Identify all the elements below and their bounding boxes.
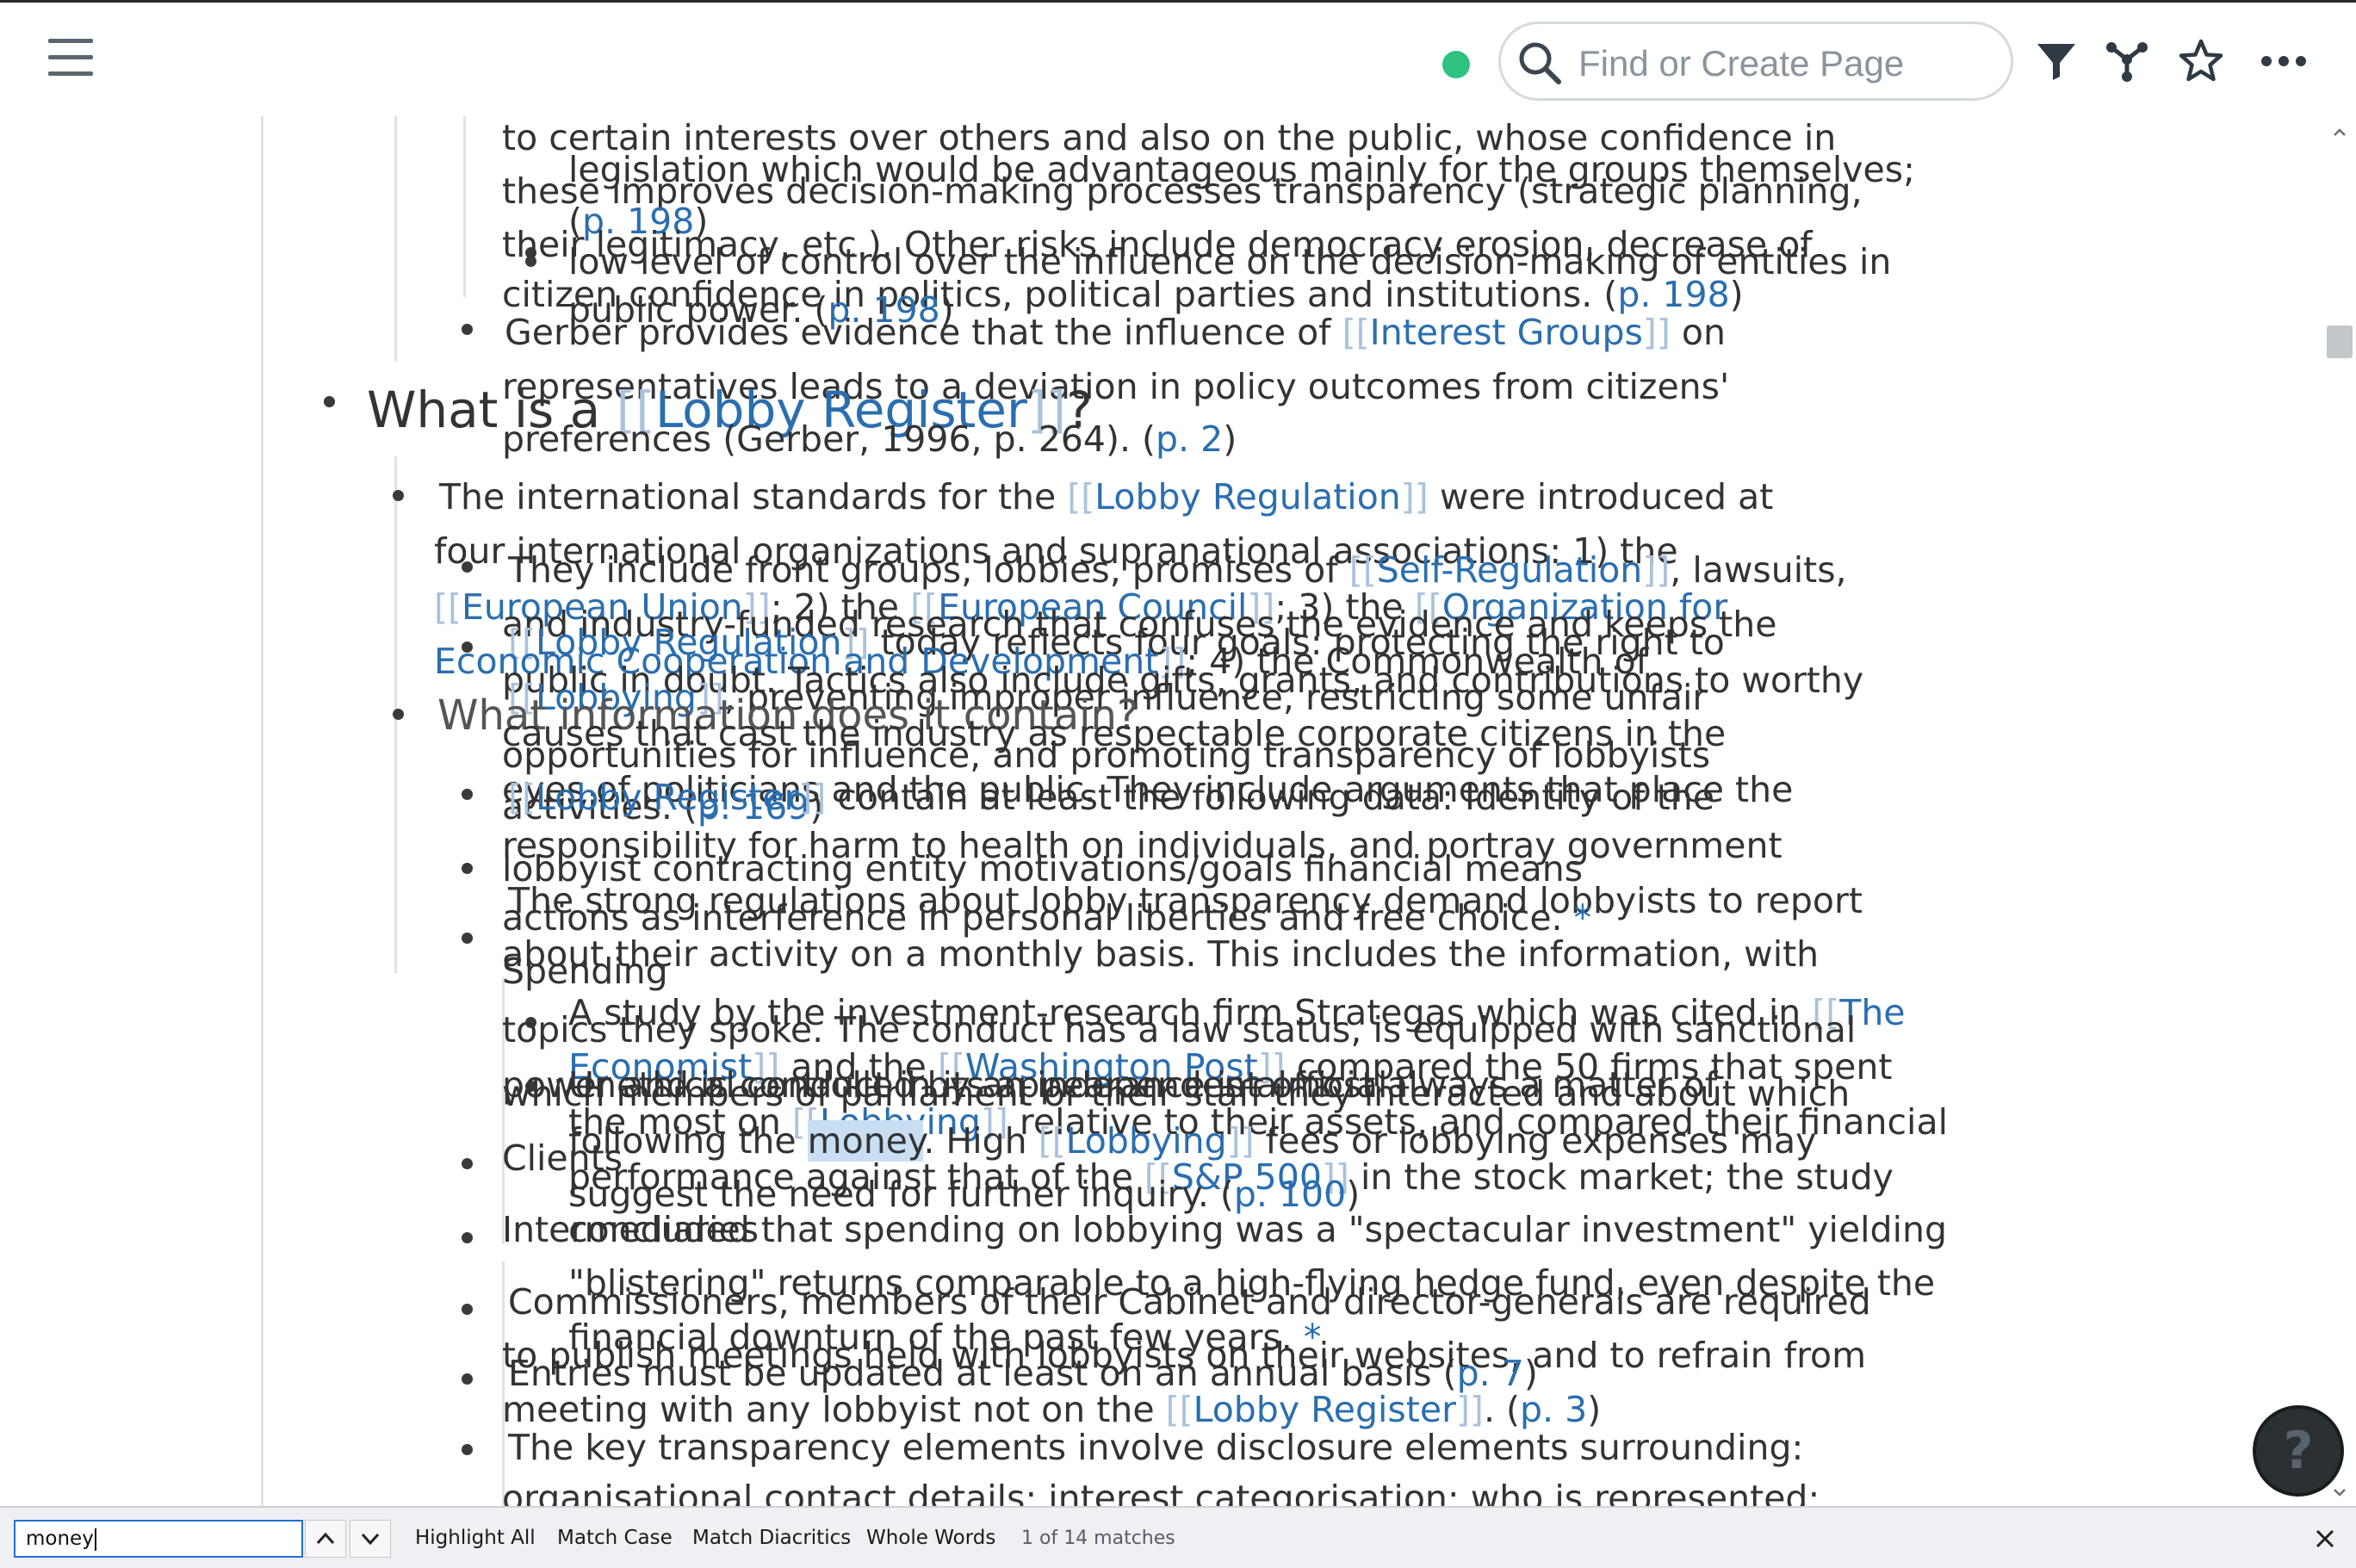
search-icon [1519,42,1561,84]
outline-guide [502,1261,505,1506]
highlight-all-toggle[interactable]: Highlight All [415,1527,536,1549]
bullet[interactable] [462,1232,473,1243]
find-previous-button[interactable] [305,1520,346,1558]
match-diacritics-toggle[interactable]: Match Diacritics [692,1527,851,1549]
whole-words-toggle[interactable]: Whole Words [866,1527,995,1549]
block-text: The international standards for the [[Lo… [439,476,1774,518]
block-text: organisational contact details; interest… [502,1478,1820,1506]
block-text: Gerber provides evidence that the influe… [505,312,1726,353]
block-text: The key transparency elements involve di… [508,1427,1804,1468]
chevron-up-icon [316,1532,335,1545]
page-link-lobby-register[interactable]: Lobby Register [536,777,798,818]
find-match-count: 1 of 14 matches [1021,1528,1175,1549]
scroll-down-arrow-icon[interactable] [2330,1483,2349,1502]
page-ref-link[interactable]: p. 3 [1520,1389,1587,1430]
close-icon[interactable] [2310,1523,2340,1554]
help-icon: ? [2283,1421,2314,1481]
bullet[interactable] [462,863,473,874]
search-placeholder: Find or Create Page [1578,43,1905,84]
bullet[interactable] [462,933,473,944]
bullet[interactable] [462,1444,473,1455]
menu-icon[interactable] [48,39,93,78]
graph-icon[interactable] [2103,37,2151,85]
match-case-toggle[interactable]: Match Case [557,1527,673,1549]
search-input[interactable]: Find or Create Page [1498,22,2013,101]
page-content: to certain interests over others and als… [0,116,2356,1506]
page-link-interest-groups[interactable]: Interest Groups [1370,312,1643,353]
page-ref-link[interactable]: p. 198 [1617,274,1729,315]
bullet[interactable] [462,1304,473,1315]
page-ref-link[interactable]: p. 2 [1156,418,1223,460]
bullet[interactable] [462,324,473,335]
top-bar: Find or Create Page [0,3,2356,116]
bullet[interactable] [462,789,473,800]
page-link-lobby-register[interactable]: Lobby Register [1194,1389,1456,1430]
find-next-button[interactable] [350,1520,391,1558]
bullet[interactable] [324,396,335,407]
star-icon[interactable] [2177,37,2225,85]
sync-status-dot [1442,51,1470,78]
outline-guide [261,116,264,1506]
filter-icon[interactable] [2032,37,2080,85]
bullet[interactable] [393,709,404,720]
block-text: Spending [502,951,668,992]
block-text: [[Lobby Register]] contain at least the … [508,777,1714,818]
page-link-lobby-regulation[interactable]: Lobby Regulation [1094,476,1401,518]
find-query: money [26,1528,94,1550]
bullet[interactable] [393,490,404,501]
block-text: about their activity on a monthly basis.… [502,933,1820,975]
help-button[interactable]: ? [2253,1405,2344,1497]
scroll-up-arrow-icon[interactable] [2330,123,2349,142]
find-bar: money Highlight All Match Case Match Dia… [0,1506,2356,1568]
chevron-down-icon [361,1533,380,1546]
block-text: meeting with any lobbyist not on the [[L… [502,1389,1602,1430]
more-icon[interactable] [2260,37,2308,85]
bullet[interactable] [462,1158,473,1169]
block-text: concluded that spending on lobbying was … [568,1209,1947,1250]
find-input[interactable]: money [14,1520,303,1558]
bullet[interactable] [462,1373,473,1385]
block-text: preferences (Gerber, 1996, p. 264). (p. … [502,418,1237,460]
scrollbar-thumb[interactable] [2327,325,2353,358]
outline-guide [394,116,397,362]
page-link-self-regulation[interactable]: Self-Regulation [1377,549,1643,591]
outline-guide [463,116,466,297]
